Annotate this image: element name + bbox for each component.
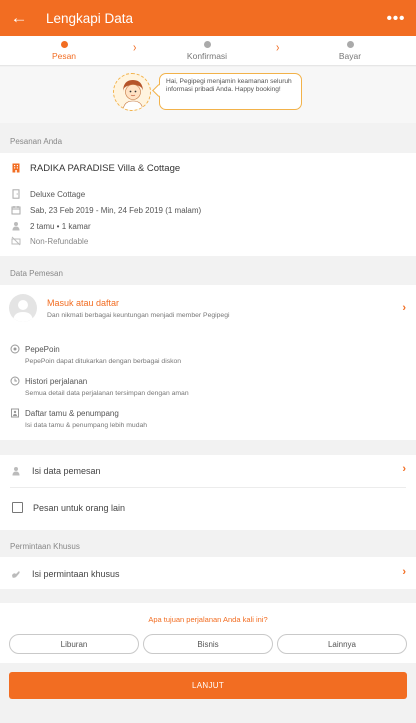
guest-count: 2 tamu • 1 kamar: [30, 221, 91, 231]
purpose-option-bisnis[interactable]: Bisnis: [143, 634, 273, 654]
step-dot: [346, 41, 354, 48]
chevron-right-icon: ›: [402, 566, 406, 578]
no-refund-icon: [10, 235, 22, 247]
login-subtitle: Dan nikmati berbagai keuntungan menjadi …: [47, 312, 230, 319]
step-dot-active: [60, 41, 68, 48]
chevron-right-icon: ›: [402, 463, 406, 475]
section-title-booker: Data Pemesan: [10, 269, 63, 278]
progress-stepper: Pesan › Konfirmasi › Bayar: [0, 36, 416, 66]
login-row[interactable]: Masuk atau daftar Dan nikmati berbagai k…: [0, 285, 416, 333]
page-title: Lengkapi Data: [46, 10, 134, 26]
refund-policy: Non-Refundable: [30, 236, 89, 246]
back-arrow-icon[interactable]: ←: [0, 0, 38, 36]
purpose-option-lainnya[interactable]: Lainnya: [277, 634, 407, 654]
coin-icon: [9, 343, 21, 355]
benefit-item: Daftar tamu & penumpang Isi data tamu & …: [9, 407, 147, 429]
room-type-row: Deluxe Cottage: [10, 188, 85, 200]
section-title-special: Permintaan Khusus: [10, 542, 80, 551]
benefit-title: Histori perjalanan: [25, 376, 88, 386]
dates-row: Sab, 23 Feb 2019 - Min, 24 Feb 2019 (1 m…: [10, 204, 201, 216]
book-for-others-row[interactable]: Pesan untuk orang lain: [12, 502, 125, 513]
booker-form-card: Isi data pemesan › Pesan untuk orang lai…: [0, 455, 416, 530]
step-konfirmasi: Konfirmasi: [167, 40, 247, 61]
fill-booker-label: Isi data pemesan: [32, 466, 101, 476]
step-pesan: Pesan: [24, 40, 104, 61]
step-bayar: Bayar: [310, 40, 390, 61]
step-label: Konfirmasi: [186, 51, 228, 61]
security-banner: Hai, Pegipegi menjamin keamanan seluruh …: [0, 67, 416, 123]
chevron-right-icon: ›: [276, 41, 280, 56]
book-for-others-checkbox[interactable]: [12, 502, 23, 513]
step-dot: [203, 41, 211, 48]
room-type: Deluxe Cottage: [30, 189, 86, 199]
hand-gesture-icon: [10, 568, 22, 580]
benefit-desc: Isi data tamu & penumpang lebih mudah: [25, 422, 148, 429]
benefit-item: PepePoin PepePoin dapat ditukarkan denga…: [9, 343, 181, 365]
order-summary-card: RADIKA PARADISE Villa & Cottage Deluxe C…: [0, 153, 416, 256]
history-clock-icon: [9, 375, 21, 387]
trip-purpose-card: Apa tujuan perjalanan Anda kali ini?: [0, 603, 416, 663]
continue-button[interactable]: LANJUT: [9, 672, 407, 699]
person-icon: [10, 220, 22, 232]
chevron-right-icon: ›: [402, 302, 406, 314]
hotel-building-icon: [10, 162, 22, 174]
hotel-name: RADIKA PARADISE Villa & Cottage: [30, 162, 181, 174]
fill-booker-content: Isi data pemesan: [10, 465, 101, 477]
stay-dates: Sab, 23 Feb 2019 - Min, 24 Feb 2019 (1 m…: [30, 205, 202, 215]
trip-purpose-question: Apa tujuan perjalanan Anda kali ini?: [148, 615, 268, 624]
door-icon: [10, 188, 22, 200]
special-request-content: Isi permintaan khusus: [10, 568, 120, 580]
login-title: Masuk atau daftar: [47, 298, 120, 308]
section-title-order: Pesanan Anda: [10, 137, 63, 146]
app-bar: ← Lengkapi Data •••: [0, 0, 416, 36]
special-request-label: Isi permintaan khusus: [32, 569, 120, 579]
benefit-title: PepePoin: [25, 344, 60, 354]
benefit-title: Daftar tamu & penumpang: [25, 408, 119, 418]
benefit-item: Histori perjalanan Semua detail data per…: [9, 375, 189, 397]
chevron-right-icon: ›: [133, 41, 137, 56]
avatar: [9, 294, 37, 322]
security-message: Hai, Pegipegi menjamin keamanan seluruh …: [159, 73, 302, 110]
hotel-row: RADIKA PARADISE Villa & Cottage: [10, 162, 180, 174]
benefit-desc: PepePoin dapat ditukarkan dengan berbaga…: [25, 358, 182, 365]
calendar-icon: [10, 204, 22, 216]
divider: [10, 487, 406, 488]
step-label: Pesan: [51, 51, 77, 61]
more-options-icon[interactable]: •••: [376, 0, 416, 36]
guest-list-icon: [9, 407, 21, 419]
benefit-desc: Semua detail data perjalanan tersimpan d…: [25, 390, 189, 397]
step-label: Bayar: [338, 51, 362, 61]
book-for-others-label: Pesan untuk orang lain: [33, 502, 126, 513]
person-icon: [10, 465, 22, 477]
fill-booker-row[interactable]: Isi data pemesan ›: [0, 455, 416, 487]
guests-row: 2 tamu • 1 kamar: [10, 220, 91, 232]
purpose-option-liburan[interactable]: Liburan: [9, 634, 139, 654]
mascot-avatar: [113, 73, 151, 111]
special-request-row[interactable]: Isi permintaan khusus ›: [0, 557, 416, 589]
booker-card: Masuk atau daftar Dan nikmati berbagai k…: [0, 285, 416, 440]
policy-row: Non-Refundable: [10, 235, 88, 247]
